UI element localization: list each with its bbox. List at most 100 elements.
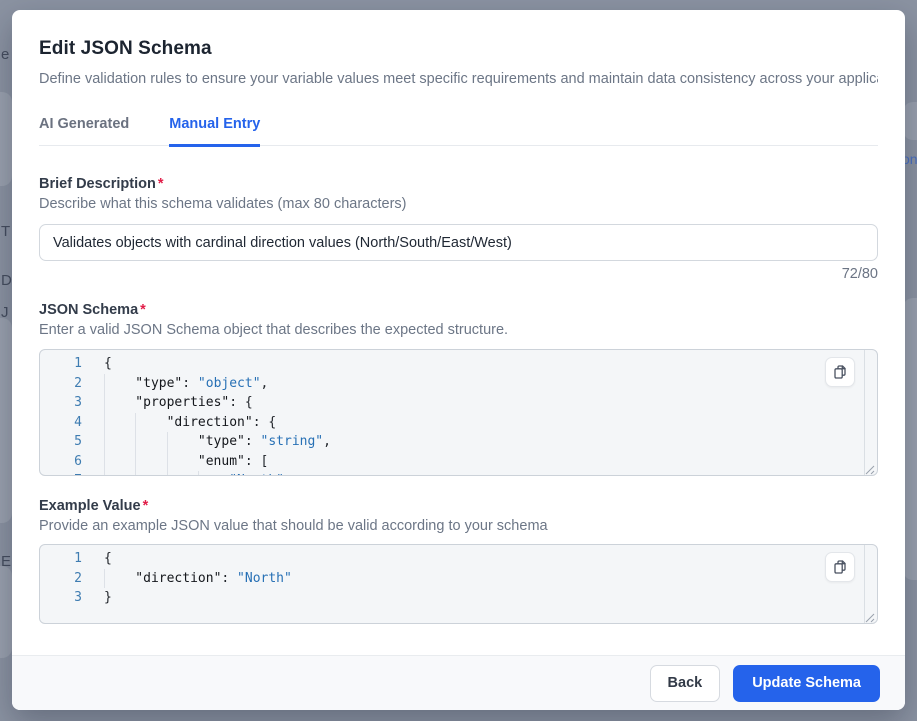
line-number: 5 <box>40 432 82 452</box>
indent-guide <box>104 374 135 394</box>
code-line: 7 "North", <box>40 471 877 476</box>
code-token: { <box>104 356 112 371</box>
label-text: JSON Schema <box>39 302 138 318</box>
code-line: 3 "properties": { <box>40 393 877 413</box>
brief-description-label: Brief Description* <box>39 176 878 193</box>
indent-guide <box>167 432 198 452</box>
modal-footer: Back Update Schema <box>12 655 905 710</box>
line-number: 3 <box>40 588 82 608</box>
background-text-fragment: T <box>1 223 10 240</box>
code-token: : [ <box>245 454 268 469</box>
tab-manual-entry[interactable]: Manual Entry <box>169 116 260 147</box>
code-line: 2 "direction": "North" <box>40 569 877 589</box>
code-token: "string" <box>261 434 324 449</box>
update-schema-button[interactable]: Update Schema <box>733 665 880 702</box>
code-token: "type" <box>198 434 245 449</box>
line-number: 3 <box>40 393 82 413</box>
indent-guide <box>104 413 135 433</box>
required-asterisk: * <box>140 302 146 318</box>
copy-icon <box>832 559 848 575</box>
char-counter: 72/80 <box>39 266 878 283</box>
indent-guide <box>135 471 166 476</box>
json-schema-label: JSON Schema* <box>39 302 878 319</box>
edit-json-schema-modal: Edit JSON Schema Define validation rules… <box>12 10 905 710</box>
label-text: Example Value <box>39 498 141 514</box>
code-token: , <box>261 376 269 391</box>
copy-icon <box>832 364 848 380</box>
code-line: 2 "type": "object", <box>40 374 877 394</box>
code-line: 5 "type": "string", <box>40 432 877 452</box>
tab-bar: AI Generated Manual Entry <box>39 116 878 146</box>
copy-button[interactable] <box>825 357 855 387</box>
indent-guide <box>104 569 135 589</box>
background-text-fragment: D <box>1 272 12 289</box>
line-number: 1 <box>40 354 82 374</box>
indent-guide <box>198 471 229 476</box>
json-schema-editor[interactable]: 1{2"type": "object",3"properties": {4"di… <box>39 349 878 476</box>
indent-guide <box>104 452 135 472</box>
required-asterisk: * <box>158 176 164 192</box>
example-value-editor[interactable]: 1{2"direction": "North"3} <box>39 544 878 624</box>
indent-guide <box>104 393 135 413</box>
label-text: Brief Description <box>39 176 156 192</box>
background-text-fragment: E <box>1 553 11 570</box>
line-number: 2 <box>40 374 82 394</box>
indent-guide <box>135 432 166 452</box>
background-text-fragment: J <box>1 304 9 321</box>
modal-title: Edit JSON Schema <box>39 38 878 60</box>
line-number: 2 <box>40 569 82 589</box>
code-line: 4 "direction": { <box>40 413 877 433</box>
line-number: 1 <box>40 549 82 569</box>
code-token: } <box>104 590 112 605</box>
indent-guide <box>104 471 135 476</box>
json-schema-helper: Enter a valid JSON Schema object that de… <box>39 322 878 339</box>
code-line: 3} <box>40 588 877 608</box>
background-card <box>903 102 917 140</box>
indent-guide <box>135 413 166 433</box>
code-line: 1{ <box>40 354 877 374</box>
code-token: "direction" <box>167 415 253 430</box>
code-token: , <box>284 473 292 476</box>
code-line: 6 "enum": [ <box>40 452 877 472</box>
copy-button[interactable] <box>825 552 855 582</box>
code-token: "direction" <box>135 571 221 586</box>
example-value-helper: Provide an example JSON value that shoul… <box>39 518 878 535</box>
resize-handle-icon <box>864 464 875 475</box>
code-token: "object" <box>198 376 261 391</box>
required-asterisk: * <box>143 498 149 514</box>
code-token: "enum" <box>198 454 245 469</box>
line-number: 6 <box>40 452 82 472</box>
code-token: "properties" <box>135 395 229 410</box>
modal-subtitle: Define validation rules to ensure your v… <box>39 71 878 88</box>
code-token: : <box>221 571 237 586</box>
tab-ai-generated[interactable]: AI Generated <box>39 116 129 147</box>
brief-description-input[interactable] <box>39 224 878 261</box>
resize-handle-icon <box>864 612 875 623</box>
code-line: 1{ <box>40 549 877 569</box>
indent-guide <box>167 452 198 472</box>
back-button[interactable]: Back <box>650 665 721 702</box>
code-token: : { <box>253 415 276 430</box>
example-value-label: Example Value* <box>39 498 878 515</box>
brief-description-helper: Describe what this schema validates (max… <box>39 196 878 213</box>
indent-guide <box>167 471 198 476</box>
resize-handle[interactable] <box>864 610 875 621</box>
line-number: 4 <box>40 413 82 433</box>
line-number: 7 <box>40 471 82 476</box>
background-text-fragment: e <box>1 46 9 63</box>
code-token: "North" <box>229 473 284 476</box>
resize-handle[interactable] <box>864 462 875 473</box>
code-token: : { <box>229 395 252 410</box>
code-token: "North" <box>237 571 292 586</box>
background-card <box>0 92 12 186</box>
code-token: { <box>104 551 112 566</box>
background-card <box>903 298 917 580</box>
background-card <box>0 318 12 523</box>
code-token: , <box>323 434 331 449</box>
indent-guide <box>104 432 135 452</box>
indent-guide <box>135 452 166 472</box>
code-token: : <box>245 434 261 449</box>
code-token: : <box>182 376 198 391</box>
background-card <box>0 566 12 658</box>
code-token: "type" <box>135 376 182 391</box>
